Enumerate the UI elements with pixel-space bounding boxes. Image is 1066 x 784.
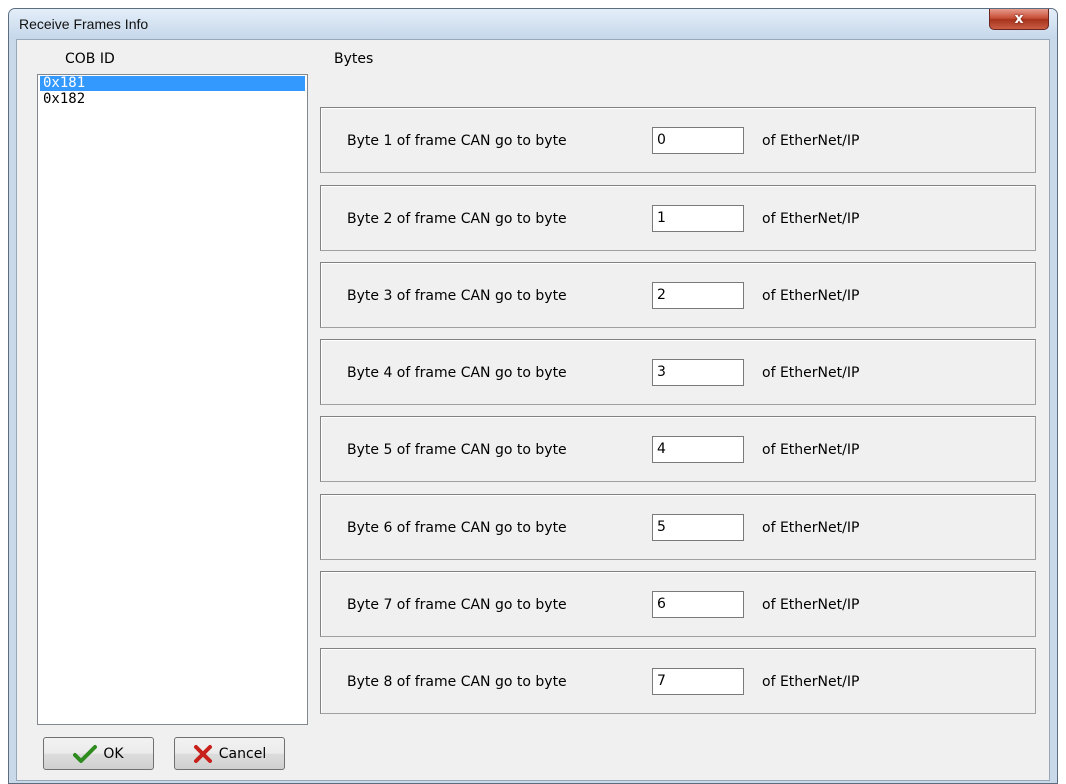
byte-mapping-prefix: Byte 2 of frame CAN go to byte [347,211,567,227]
byte-mapping-row-1: Byte 1 of frame CAN go to byte 0 of Ethe… [320,107,1036,173]
byte-mapping-prefix: Byte 7 of frame CAN go to byte [347,597,567,613]
title-bar[interactable]: Receive Frames Info x [9,9,1057,39]
cob-id-label: COB ID [65,51,115,67]
byte-mapping-prefix: Byte 4 of frame CAN go to byte [347,365,567,381]
byte-mapping-row-3: Byte 3 of frame CAN go to byte 2 of Ethe… [320,262,1036,328]
byte-mapping-row-5: Byte 5 of frame CAN go to byte 4 of Ethe… [320,416,1036,482]
window-title: Receive Frames Info [19,16,149,32]
cob-id-item-0x182[interactable]: 0x182 [40,92,305,107]
byte-mapping-row-7: Byte 7 of frame CAN go to byte 6 of Ethe… [320,571,1036,637]
byte-mapping-suffix: of EtherNet/IP [762,442,860,458]
byte-mapping-prefix: Byte 3 of frame CAN go to byte [347,288,567,304]
close-icon: x [1014,11,1024,27]
byte-mapping-prefix: Byte 6 of frame CAN go to byte [347,520,567,536]
byte-mapping-suffix: of EtherNet/IP [762,133,860,149]
byte-mapping-suffix: of EtherNet/IP [762,288,860,304]
dialog-client-area: COB ID Bytes 0x181 0x182 Byte 1 of frame… [16,39,1050,781]
byte-3-target-input[interactable]: 2 [652,282,744,309]
checkmark-icon [73,744,98,764]
ok-button[interactable]: OK [43,737,154,770]
cob-id-list[interactable]: 0x181 0x182 [37,74,308,725]
byte-5-target-input[interactable]: 4 [652,436,744,463]
byte-mapping-prefix: Byte 5 of frame CAN go to byte [347,442,567,458]
close-button[interactable]: x [989,9,1049,30]
x-cross-icon [193,744,213,764]
byte-mapping-row-8: Byte 8 of frame CAN go to byte 7 of Ethe… [320,648,1036,714]
bytes-label: Bytes [334,51,374,67]
dialog-window: Receive Frames Info x COB ID Bytes 0x181… [8,8,1058,784]
byte-1-target-input[interactable]: 0 [652,127,744,154]
cancel-button[interactable]: Cancel [174,737,285,770]
cancel-button-label: Cancel [218,745,267,762]
byte-mapping-row-2: Byte 2 of frame CAN go to byte 1 of Ethe… [320,185,1036,251]
byte-mapping-prefix: Byte 8 of frame CAN go to byte [347,674,567,690]
byte-mapping-suffix: of EtherNet/IP [762,365,860,381]
byte-6-target-input[interactable]: 5 [652,514,744,541]
byte-mapping-row-6: Byte 6 of frame CAN go to byte 5 of Ethe… [320,494,1036,560]
byte-4-target-input[interactable]: 3 [652,359,744,386]
byte-mapping-suffix: of EtherNet/IP [762,597,860,613]
byte-mapping-row-4: Byte 4 of frame CAN go to byte 3 of Ethe… [320,339,1036,405]
byte-mapping-suffix: of EtherNet/IP [762,211,860,227]
byte-mapping-suffix: of EtherNet/IP [762,520,860,536]
ok-button-label: OK [103,745,124,762]
byte-2-target-input[interactable]: 1 [652,205,744,232]
byte-7-target-input[interactable]: 6 [652,591,744,618]
byte-8-target-input[interactable]: 7 [652,668,744,695]
byte-mapping-suffix: of EtherNet/IP [762,674,860,690]
byte-mapping-prefix: Byte 1 of frame CAN go to byte [347,133,567,149]
cob-id-item-0x181[interactable]: 0x181 [40,76,305,91]
